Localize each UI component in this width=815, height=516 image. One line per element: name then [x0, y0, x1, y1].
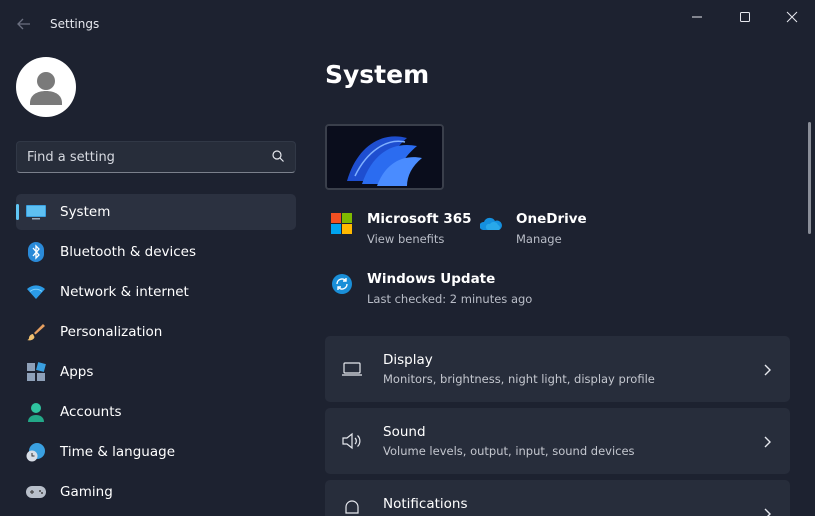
onedrive-subtitle[interactable]: Manage	[516, 232, 587, 246]
sidebar-item-label: Accounts	[60, 404, 122, 420]
sidebar-nav: System Bluetooth & devices Network & int…	[16, 194, 296, 514]
app-title: Settings	[50, 17, 100, 31]
close-button[interactable]	[769, 4, 815, 30]
sidebar-item-system[interactable]: System	[16, 194, 296, 230]
bell-icon	[341, 496, 363, 516]
notifications-card-title: Notifications	[383, 496, 468, 512]
windows-update-link[interactable]: Windows Update Last checked: 2 minutes a…	[331, 271, 532, 306]
sidebar-item-label: Time & language	[60, 444, 176, 460]
sound-card-subtitle: Volume levels, output, input, sound devi…	[383, 444, 635, 458]
paintbrush-icon	[26, 322, 46, 342]
sidebar-item-label: Network & internet	[60, 284, 189, 300]
sidebar-item-personalization[interactable]: Personalization	[16, 314, 296, 350]
device-wallpaper-thumbnail	[325, 124, 444, 190]
notifications-card[interactable]: Notifications	[325, 480, 790, 516]
sidebar-item-label: Personalization	[60, 324, 163, 340]
onedrive-cloud-icon	[479, 213, 502, 235]
apps-icon	[26, 362, 46, 382]
globe-clock-icon	[26, 442, 46, 462]
sidebar-item-network[interactable]: Network & internet	[16, 274, 296, 310]
sound-card-title: Sound	[383, 424, 426, 440]
microsoft-365-subtitle[interactable]: View benefits	[367, 232, 472, 246]
back-arrow-icon[interactable]	[14, 14, 34, 34]
bluetooth-icon	[26, 242, 46, 262]
page-title: System	[325, 60, 430, 89]
wifi-icon	[26, 282, 46, 302]
maximize-button[interactable]	[722, 4, 768, 30]
onedrive-link[interactable]: OneDrive Manage	[479, 211, 587, 246]
windows-update-title: Windows Update	[367, 271, 496, 287]
sidebar-item-label: Apps	[60, 364, 94, 380]
chevron-right-icon	[760, 506, 774, 516]
display-card-title: Display	[383, 352, 433, 368]
sidebar-item-gaming[interactable]: Gaming	[16, 474, 296, 510]
display-card-subtitle: Monitors, brightness, night light, displ…	[383, 372, 655, 386]
onedrive-title: OneDrive	[516, 211, 587, 227]
sidebar-item-apps[interactable]: Apps	[16, 354, 296, 390]
microsoft-365-link[interactable]: Microsoft 365 View benefits	[331, 211, 472, 246]
gamepad-icon	[26, 482, 46, 502]
windows-update-icon	[331, 273, 353, 295]
sidebar-item-bluetooth[interactable]: Bluetooth & devices	[16, 234, 296, 270]
sidebar-item-time-language[interactable]: Time & language	[16, 434, 296, 470]
display-card[interactable]: Display Monitors, brightness, night ligh…	[325, 336, 790, 402]
sidebar-item-label: Bluetooth & devices	[60, 244, 197, 260]
microsoft-logo-icon	[331, 213, 353, 235]
speaker-icon	[341, 430, 363, 452]
search-icon[interactable]	[271, 148, 285, 167]
chevron-right-icon	[760, 362, 774, 376]
scrollbar-thumb[interactable]	[808, 122, 811, 234]
chevron-right-icon	[760, 434, 774, 448]
laptop-icon	[341, 358, 363, 380]
sidebar-item-label: Gaming	[60, 484, 113, 500]
windows-update-subtitle: Last checked: 2 minutes ago	[367, 292, 533, 306]
sidebar-item-label: System	[60, 204, 111, 220]
minimize-button[interactable]	[674, 4, 720, 30]
sound-card[interactable]: Sound Volume levels, output, input, soun…	[325, 408, 790, 474]
search-box[interactable]	[16, 141, 296, 173]
person-icon	[26, 402, 46, 422]
microsoft-365-title: Microsoft 365	[367, 211, 472, 227]
person-silhouette-icon	[30, 72, 62, 105]
avatar[interactable]	[16, 57, 76, 117]
search-input[interactable]	[27, 149, 271, 165]
sidebar-item-accounts[interactable]: Accounts	[16, 394, 296, 430]
monitor-icon	[26, 202, 46, 222]
